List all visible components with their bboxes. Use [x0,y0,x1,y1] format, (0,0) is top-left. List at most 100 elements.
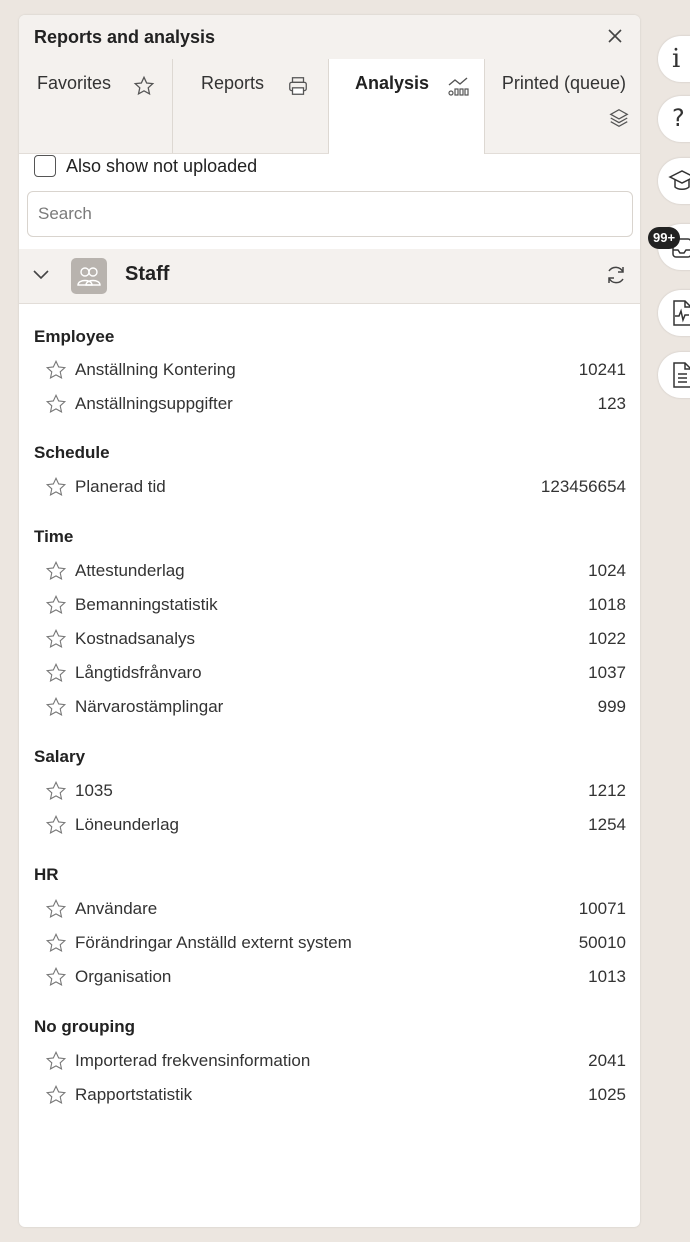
item-label: Långtidsfrånvaro [75,663,202,682]
list-item[interactable]: Rapportstatistik 1025 [19,1080,640,1110]
tab-reports[interactable]: Reports [173,59,329,153]
checkbox-label: Also show not uploaded [66,155,258,176]
group-avatar [71,258,107,294]
item-id: 123 [597,394,626,413]
tab-label: Favorites [37,73,112,93]
document-button[interactable] [658,352,690,398]
item-id: 123456654 [540,477,626,496]
info-button[interactable]: i [658,36,690,82]
tab-favorites[interactable]: Favorites [19,59,173,153]
list-item[interactable]: 1035 1212 [19,776,640,806]
tab-printed-queue[interactable]: Printed (queue) [485,59,640,153]
section-title: HR [34,865,59,884]
chevron-down-icon[interactable] [31,267,51,283]
list-item[interactable]: Planerad tid 123456654 [19,472,640,502]
item-label: Användare [75,899,158,918]
panel-title: Reports and analysis [34,27,216,47]
item-label: 1035 [75,781,113,800]
star-icon[interactable] [45,560,67,582]
tab-label: Reports [201,73,265,93]
list-item[interactable]: Anställning Kontering 10241 [19,355,640,385]
list-item[interactable]: Långtidsfrånvaro 1037 [19,658,640,688]
help-icon: ? [672,104,685,132]
item-id: 1037 [588,663,626,682]
item-label: Planerad tid [75,477,166,496]
list-item[interactable]: Förändringar Anställd externt system 500… [19,928,640,958]
notification-count-badge: 99+ [648,227,681,249]
help-button[interactable]: ? [658,96,690,142]
star-icon[interactable] [45,594,67,616]
list-item[interactable]: Importerad frekvensinformation 2041 [19,1046,640,1076]
section-title: Time [34,527,74,546]
star-icon[interactable] [45,662,67,684]
star-icon[interactable] [45,476,67,498]
close-icon [608,29,622,43]
list-item[interactable]: Attestunderlag 1024 [19,556,640,586]
star-icon[interactable] [45,1084,67,1106]
star-icon[interactable] [45,393,67,415]
document-icon [673,362,690,388]
item-label: Bemanningstatistik [75,595,218,614]
reports-panel: Reports and analysis Favorites Reports A… [19,15,640,1227]
star-icon[interactable] [45,628,67,650]
panel-header: Reports and analysis [19,15,640,59]
item-label: Organisation [75,967,172,986]
item-label: Förändringar Anställd externt system [75,933,352,952]
item-label: Närvarostämplingar [75,697,224,716]
item-label: Kostnadsanalys [75,629,196,648]
star-icon[interactable] [45,898,67,920]
list-item[interactable]: Användare 10071 [19,894,640,924]
printer-icon [289,77,307,95]
tab-analysis[interactable]: Analysis [329,59,485,154]
search-input[interactable] [27,191,633,237]
star-icon[interactable] [45,1050,67,1072]
item-id: 1024 [588,561,626,580]
graduation-cap-icon [668,170,690,190]
star-icon[interactable] [45,696,67,718]
people-icon [77,267,101,286]
item-id: 50010 [578,933,626,952]
close-button[interactable] [602,23,628,49]
list-item[interactable]: Anställningsuppgifter 123 [19,389,640,419]
star-icon [133,75,155,96]
section-title: Salary [34,747,86,766]
tab-label: Analysis [355,73,430,93]
tab-bar: Favorites Reports Analysis Printed (queu… [19,59,640,154]
health-report-button[interactable] [658,290,690,336]
academy-button[interactable] [658,158,690,204]
refresh-icon[interactable] [604,263,628,287]
section-title: Schedule [34,443,110,462]
item-id: 1018 [588,595,626,614]
section-title: No grouping [34,1017,136,1036]
item-label: Rapportstatistik [75,1085,193,1104]
star-icon[interactable] [45,966,67,988]
item-id: 10241 [578,360,626,379]
item-label: Anställningsuppgifter [75,394,233,413]
file-pulse-icon [673,300,690,326]
group-title: Staff [125,263,170,285]
star-icon[interactable] [45,359,67,381]
item-id: 999 [597,697,626,716]
item-id: 10071 [578,899,626,918]
also-show-not-uploaded-checkbox[interactable]: Also show not uploaded [34,151,257,181]
list-item[interactable]: Kostnadsanalys 1022 [19,624,640,654]
group-header-staff[interactable]: Staff [19,249,640,304]
list-item[interactable]: Bemanningstatistik 1018 [19,590,640,620]
item-label: Importerad frekvensinformation [75,1051,311,1070]
item-id: 1022 [588,629,626,648]
list-item[interactable]: Närvarostämplingar 999 [19,692,640,722]
section-title: Employee [34,327,115,346]
chart-icon [448,77,469,96]
star-icon[interactable] [45,780,67,802]
list-item[interactable]: Löneunderlag 1254 [19,810,640,840]
list-item[interactable]: Organisation 1013 [19,962,640,992]
item-label: Anställning Kontering [75,360,236,379]
item-id: 1013 [588,967,626,986]
star-icon[interactable] [45,814,67,836]
item-label: Attestunderlag [75,561,185,580]
item-label: Löneunderlag [75,815,179,834]
star-icon[interactable] [45,932,67,954]
side-rail: i ? [648,0,690,1242]
checkbox-box[interactable] [34,155,56,177]
item-id: 1212 [588,781,626,800]
